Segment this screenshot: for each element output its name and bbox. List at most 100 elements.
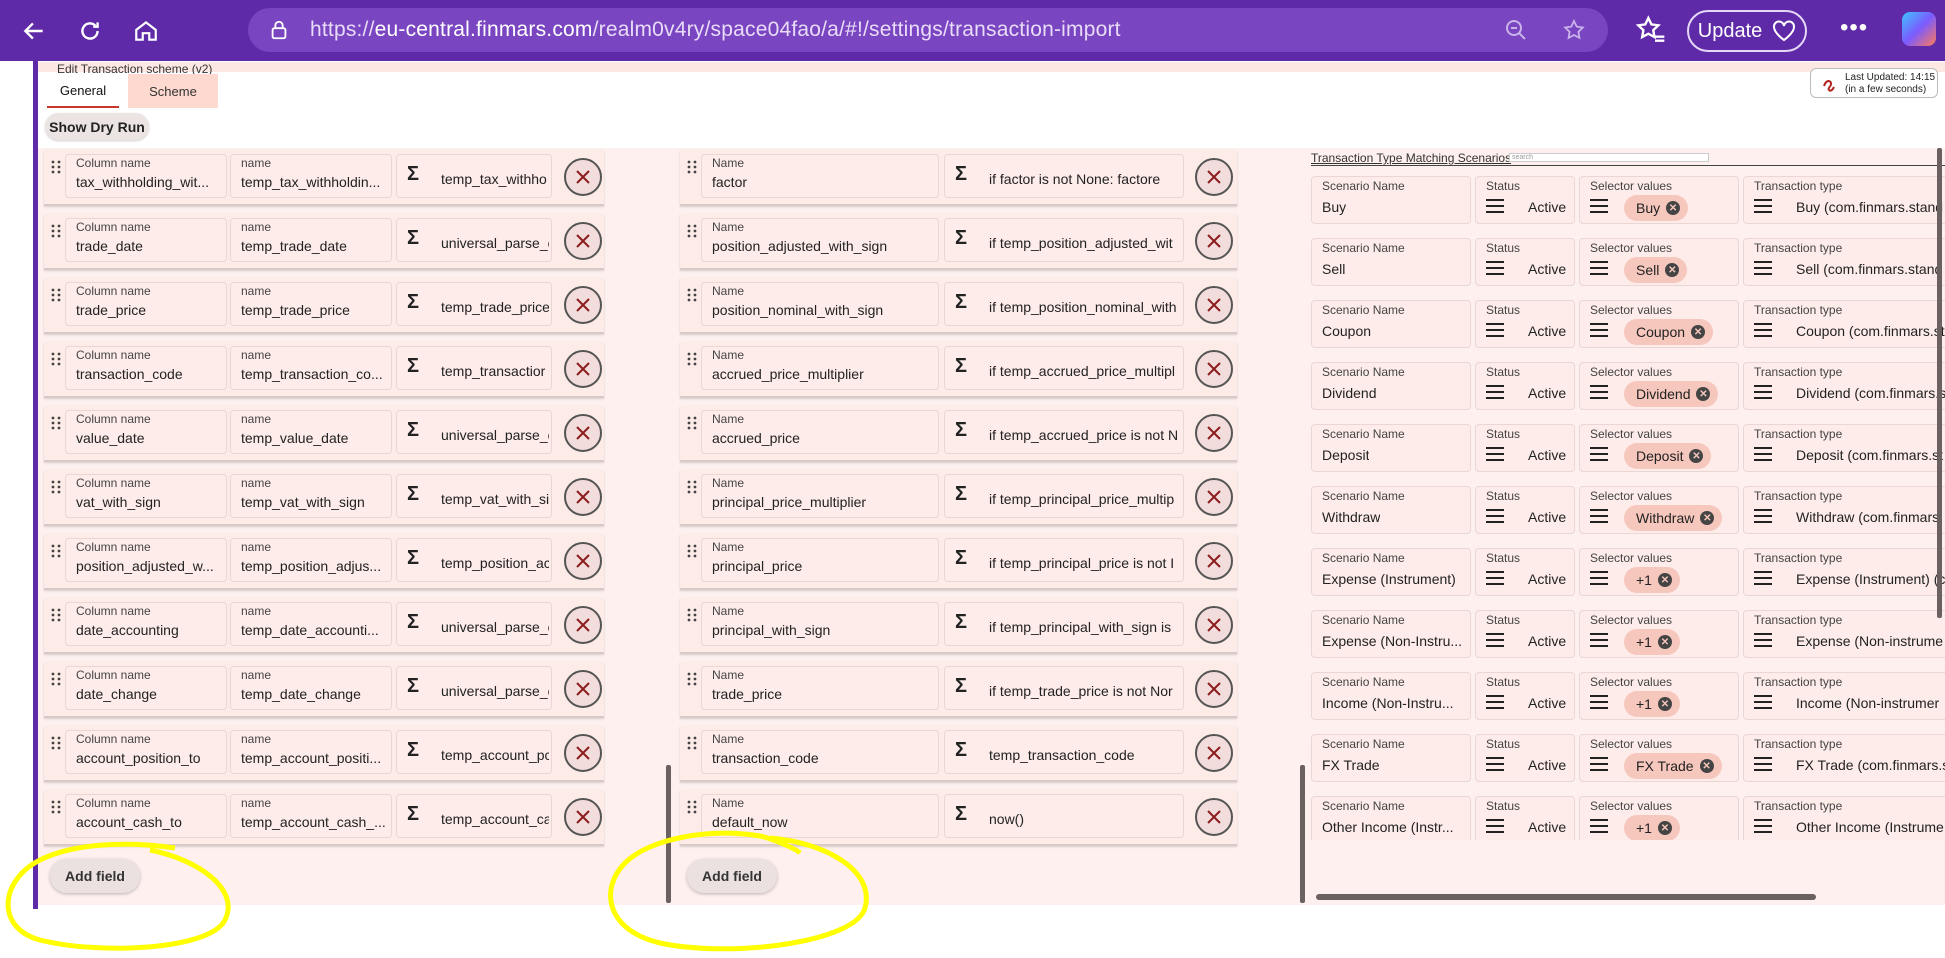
status-select[interactable]: Status Active: [1475, 610, 1575, 658]
selector-chip[interactable]: +1 ✕: [1624, 691, 1680, 717]
chip-remove-icon[interactable]: ✕: [1657, 635, 1672, 649]
transaction-type-select[interactable]: Transaction type Expense (Non-instrume: [1743, 610, 1945, 658]
selector-chip[interactable]: Buy ✕: [1624, 195, 1689, 221]
menu-icon[interactable]: [1486, 571, 1504, 585]
selector-values-input[interactable]: Selector values +1 ✕: [1579, 548, 1739, 596]
chip-remove-icon[interactable]: ✕: [1657, 697, 1672, 711]
selector-chip[interactable]: +1 ✕: [1624, 567, 1680, 593]
menu-icon[interactable]: [1590, 447, 1608, 461]
menu-icon[interactable]: [1754, 757, 1772, 771]
scenario-name-input[interactable]: Scenario Name Coupon: [1311, 300, 1471, 348]
scenario-name-input[interactable]: Scenario Name Income (Non-Instru...: [1311, 672, 1471, 720]
scenarios-horizontal-scrollbar[interactable]: [1316, 894, 1816, 900]
menu-icon[interactable]: [1754, 695, 1772, 709]
menu-icon[interactable]: [1486, 323, 1504, 337]
favorites-icon[interactable]: [1635, 14, 1667, 46]
menu-icon[interactable]: [1590, 323, 1608, 337]
address-bar[interactable]: https://eu-central.finmars.com/realm0v4r…: [248, 8, 1608, 52]
menu-icon[interactable]: [1486, 695, 1504, 709]
menu-icon[interactable]: [1590, 261, 1608, 275]
refresh-button[interactable]: [68, 9, 112, 53]
menu-icon[interactable]: [1754, 819, 1772, 833]
scenario-name-input[interactable]: Scenario Name Expense (Non-Instru...: [1311, 610, 1471, 658]
menu-icon[interactable]: [1486, 261, 1504, 275]
menu-icon[interactable]: [1590, 695, 1608, 709]
selector-chip[interactable]: Sell ✕: [1624, 257, 1688, 283]
menu-icon[interactable]: [1754, 571, 1772, 585]
chip-remove-icon[interactable]: ✕: [1696, 387, 1711, 401]
transaction-type-select[interactable]: Transaction type Expense (Instrument) (c: [1743, 548, 1945, 596]
scenario-name-input[interactable]: Scenario Name Other Income (Instr...: [1311, 796, 1471, 840]
transaction-type-select[interactable]: Transaction type Buy (com.finmars.stand: [1743, 176, 1945, 224]
selector-chip[interactable]: Dividend ✕: [1624, 381, 1719, 407]
chip-remove-icon[interactable]: ✕: [1657, 821, 1672, 835]
selector-values-input[interactable]: Selector values Withdraw ✕: [1579, 486, 1739, 534]
menu-icon[interactable]: [1486, 757, 1504, 771]
home-button[interactable]: [124, 9, 168, 53]
add-calculated-field-button[interactable]: Add field: [687, 859, 777, 893]
scenario-name-input[interactable]: Scenario Name FX Trade: [1311, 734, 1471, 782]
selector-chip[interactable]: +1 ✕: [1624, 815, 1680, 840]
menu-icon[interactable]: [1754, 447, 1772, 461]
menu-icon[interactable]: [1486, 199, 1504, 213]
selector-chip[interactable]: Deposit ✕: [1624, 443, 1712, 469]
scenario-name-input[interactable]: Scenario Name Expense (Instrument): [1311, 548, 1471, 596]
menu-icon[interactable]: [1486, 509, 1504, 523]
menu-icon[interactable]: [1754, 633, 1772, 647]
transaction-type-select[interactable]: Transaction type Income (Non-instrumer: [1743, 672, 1945, 720]
menu-icon[interactable]: [1590, 509, 1608, 523]
selector-values-input[interactable]: Selector values Buy ✕: [1579, 176, 1739, 224]
chip-remove-icon[interactable]: ✕: [1691, 325, 1706, 339]
back-button[interactable]: [12, 9, 56, 53]
transaction-type-select[interactable]: Transaction type Dividend (com.finmars.s: [1743, 362, 1945, 410]
menu-icon[interactable]: [1590, 571, 1608, 585]
selector-chip[interactable]: +1 ✕: [1624, 629, 1680, 655]
menu-icon[interactable]: [1754, 509, 1772, 523]
menu-icon[interactable]: [1590, 385, 1608, 399]
status-select[interactable]: Status Active: [1475, 672, 1575, 720]
status-select[interactable]: Status Active: [1475, 176, 1575, 224]
menu-icon[interactable]: [1590, 819, 1608, 833]
selector-values-input[interactable]: Selector values Deposit ✕: [1579, 424, 1739, 472]
show-dry-run-button[interactable]: Show Dry Run: [45, 113, 149, 140]
status-select[interactable]: Status Active: [1475, 424, 1575, 472]
tab-general[interactable]: General: [47, 74, 119, 108]
menu-icon[interactable]: [1754, 323, 1772, 337]
selector-values-input[interactable]: Selector values Dividend ✕: [1579, 362, 1739, 410]
status-select[interactable]: Status Active: [1475, 796, 1575, 840]
transaction-type-select[interactable]: Transaction type Sell (com.finmars.stand: [1743, 238, 1945, 286]
selector-values-input[interactable]: Selector values FX Trade ✕: [1579, 734, 1739, 782]
scenario-name-input[interactable]: Scenario Name Deposit: [1311, 424, 1471, 472]
tab-scheme[interactable]: Scheme: [128, 74, 218, 108]
scenario-name-input[interactable]: Scenario Name Buy: [1311, 176, 1471, 224]
menu-icon[interactable]: [1486, 819, 1504, 833]
selector-chip[interactable]: Coupon ✕: [1624, 319, 1714, 345]
status-select[interactable]: Status Active: [1475, 238, 1575, 286]
menu-icon[interactable]: [1590, 199, 1608, 213]
menu-icon[interactable]: [1754, 261, 1772, 275]
selector-values-input[interactable]: Selector values Coupon ✕: [1579, 300, 1739, 348]
update-button[interactable]: Update: [1687, 10, 1807, 52]
menu-icon[interactable]: [1486, 385, 1504, 399]
selector-chip[interactable]: Withdraw ✕: [1624, 505, 1723, 531]
scenario-name-input[interactable]: Scenario Name Sell: [1311, 238, 1471, 286]
scenario-name-input[interactable]: Scenario Name Dividend: [1311, 362, 1471, 410]
chip-remove-icon[interactable]: ✕: [1700, 511, 1715, 525]
status-select[interactable]: Status Active: [1475, 734, 1575, 782]
favorite-star-icon[interactable]: [1562, 18, 1586, 42]
menu-icon[interactable]: [1590, 633, 1608, 647]
chip-remove-icon[interactable]: ✕: [1699, 759, 1714, 773]
transaction-type-select[interactable]: Transaction type Withdraw (com.finmars: [1743, 486, 1945, 534]
selector-values-input[interactable]: Selector values Sell ✕: [1579, 238, 1739, 286]
chip-remove-icon[interactable]: ✕: [1666, 201, 1681, 215]
add-input-field-button[interactable]: Add field: [50, 859, 140, 893]
more-options-icon[interactable]: •••: [1840, 14, 1868, 42]
chip-remove-icon[interactable]: ✕: [1657, 573, 1672, 587]
transaction-type-select[interactable]: Transaction type Deposit (com.finmars.st: [1743, 424, 1945, 472]
status-select[interactable]: Status Active: [1475, 362, 1575, 410]
scenario-name-input[interactable]: Scenario Name Withdraw: [1311, 486, 1471, 534]
selector-values-input[interactable]: Selector values +1 ✕: [1579, 610, 1739, 658]
menu-icon[interactable]: [1486, 447, 1504, 461]
status-select[interactable]: Status Active: [1475, 486, 1575, 534]
status-select[interactable]: Status Active: [1475, 548, 1575, 596]
